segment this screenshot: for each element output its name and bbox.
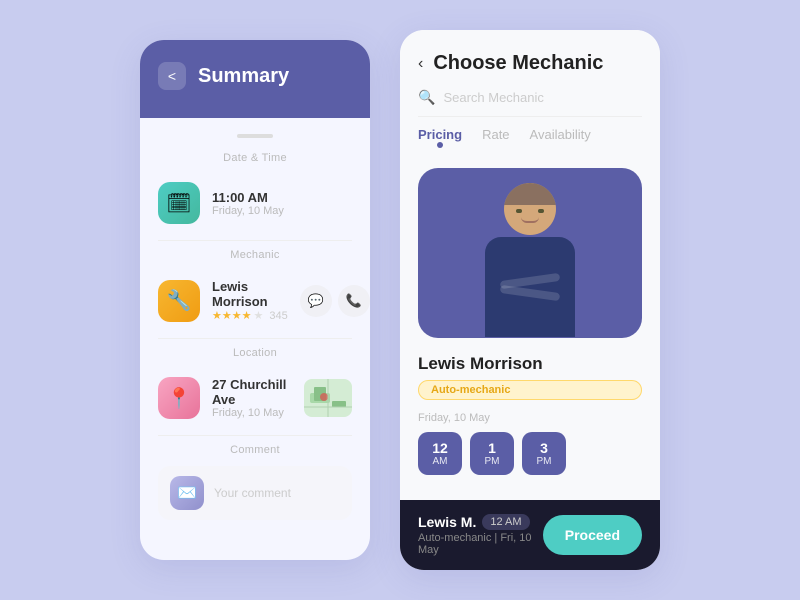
summary-body: Date & Time 🗓 11:00 AM Friday, 10 May Me… <box>140 118 370 560</box>
map-thumbnail <box>304 379 352 417</box>
mechanic-header: ‹ Choose Mechanic 🔍 Search Mechanic Pric… <box>400 30 660 168</box>
search-input[interactable]: Search Mechanic <box>443 90 543 105</box>
location-date: Friday, 10 May <box>212 407 292 419</box>
search-icon: 🔍 <box>418 89 435 106</box>
datetime-item: 🗓 11:00 AM Friday, 10 May <box>158 174 352 232</box>
datetime-time: 11:00 AM <box>212 190 352 205</box>
location-icon: 📍 <box>158 377 200 419</box>
mechanic-chooser-card: ‹ Choose Mechanic 🔍 Search Mechanic Pric… <box>400 30 660 570</box>
time-slot-12am[interactable]: 12 AM <box>418 432 462 475</box>
mechanic-availability-label: Friday, 10 May <box>418 412 642 424</box>
mechanic-back-button[interactable]: ‹ <box>418 55 423 73</box>
divider-3 <box>158 435 352 436</box>
bottom-time-badge: 12 AM <box>482 514 529 530</box>
proceed-button[interactable]: Proceed <box>543 515 642 555</box>
bottom-bar: Lewis M. 12 AM Auto-mechanic | Fri, 10 M… <box>400 500 660 570</box>
bottom-mechanic-name: Lewis M. <box>418 514 476 530</box>
drag-handle <box>237 134 273 138</box>
location-section-label: Location <box>158 347 352 359</box>
datetime-date: Friday, 10 May <box>212 205 352 217</box>
tab-availability[interactable]: Availability <box>530 127 591 148</box>
location-item: 📍 27 Churchill Ave Friday, 10 May <box>158 369 352 427</box>
mechanic-name: Lewis Morrison <box>212 279 288 309</box>
time-slots-container: 12 AM 1 PM 3 PM <box>418 432 642 475</box>
comment-placeholder[interactable]: Your comment <box>214 486 340 500</box>
mechanic-full-name: Lewis Morrison <box>418 354 642 374</box>
datetime-icon: 🗓 <box>158 182 200 224</box>
comment-section-label: Comment <box>158 444 352 456</box>
comment-icon: ✉️ <box>170 476 204 510</box>
mechanic-chooser-title: Choose Mechanic <box>433 52 603 75</box>
divider-2 <box>158 338 352 339</box>
tabs-container: Pricing Rate Availability <box>418 127 642 158</box>
main-container: < Summary Date & Time 🗓 11:00 AM Friday,… <box>140 30 660 570</box>
tab-pricing[interactable]: Pricing <box>418 127 462 148</box>
mechanic-figure <box>470 183 590 338</box>
mechanic-torso <box>485 237 575 337</box>
call-button[interactable]: 📞 <box>338 285 370 317</box>
datetime-section-label: Date & Time <box>158 152 352 164</box>
mechanic-rating: 345 <box>269 310 287 322</box>
search-bar[interactable]: 🔍 Search Mechanic <box>418 89 642 117</box>
mechanic-icon: 🔧 <box>158 280 200 322</box>
mechanic-item: 🔧 Lewis Morrison ★★★★ ★ 345 💬 📞 <box>158 271 352 330</box>
time-slot-3pm[interactable]: 3 PM <box>522 432 566 475</box>
location-address: 27 Churchill Ave <box>212 377 292 407</box>
mechanic-photo-container <box>418 168 642 338</box>
mechanic-head <box>504 183 556 235</box>
stars-icon: ★★★★ <box>212 309 251 322</box>
summary-card: < Summary Date & Time 🗓 11:00 AM Friday,… <box>140 40 370 560</box>
mechanic-section-label: Mechanic <box>158 249 352 261</box>
tab-rate[interactable]: Rate <box>482 127 509 148</box>
comment-area: ✉️ Your comment <box>158 466 352 520</box>
bottom-sub-info: Auto-mechanic | Fri, 10 May <box>418 532 543 556</box>
summary-title: Summary <box>198 65 289 88</box>
summary-back-button[interactable]: < <box>158 62 186 90</box>
summary-header: < Summary <box>140 40 370 118</box>
divider-1 <box>158 240 352 241</box>
time-slot-1pm[interactable]: 1 PM <box>470 432 514 475</box>
mechanic-badge: Auto-mechanic <box>418 380 642 400</box>
mechanic-body: Lewis Morrison Auto-mechanic Friday, 10 … <box>400 168 660 500</box>
chat-button[interactable]: 💬 <box>300 285 332 317</box>
